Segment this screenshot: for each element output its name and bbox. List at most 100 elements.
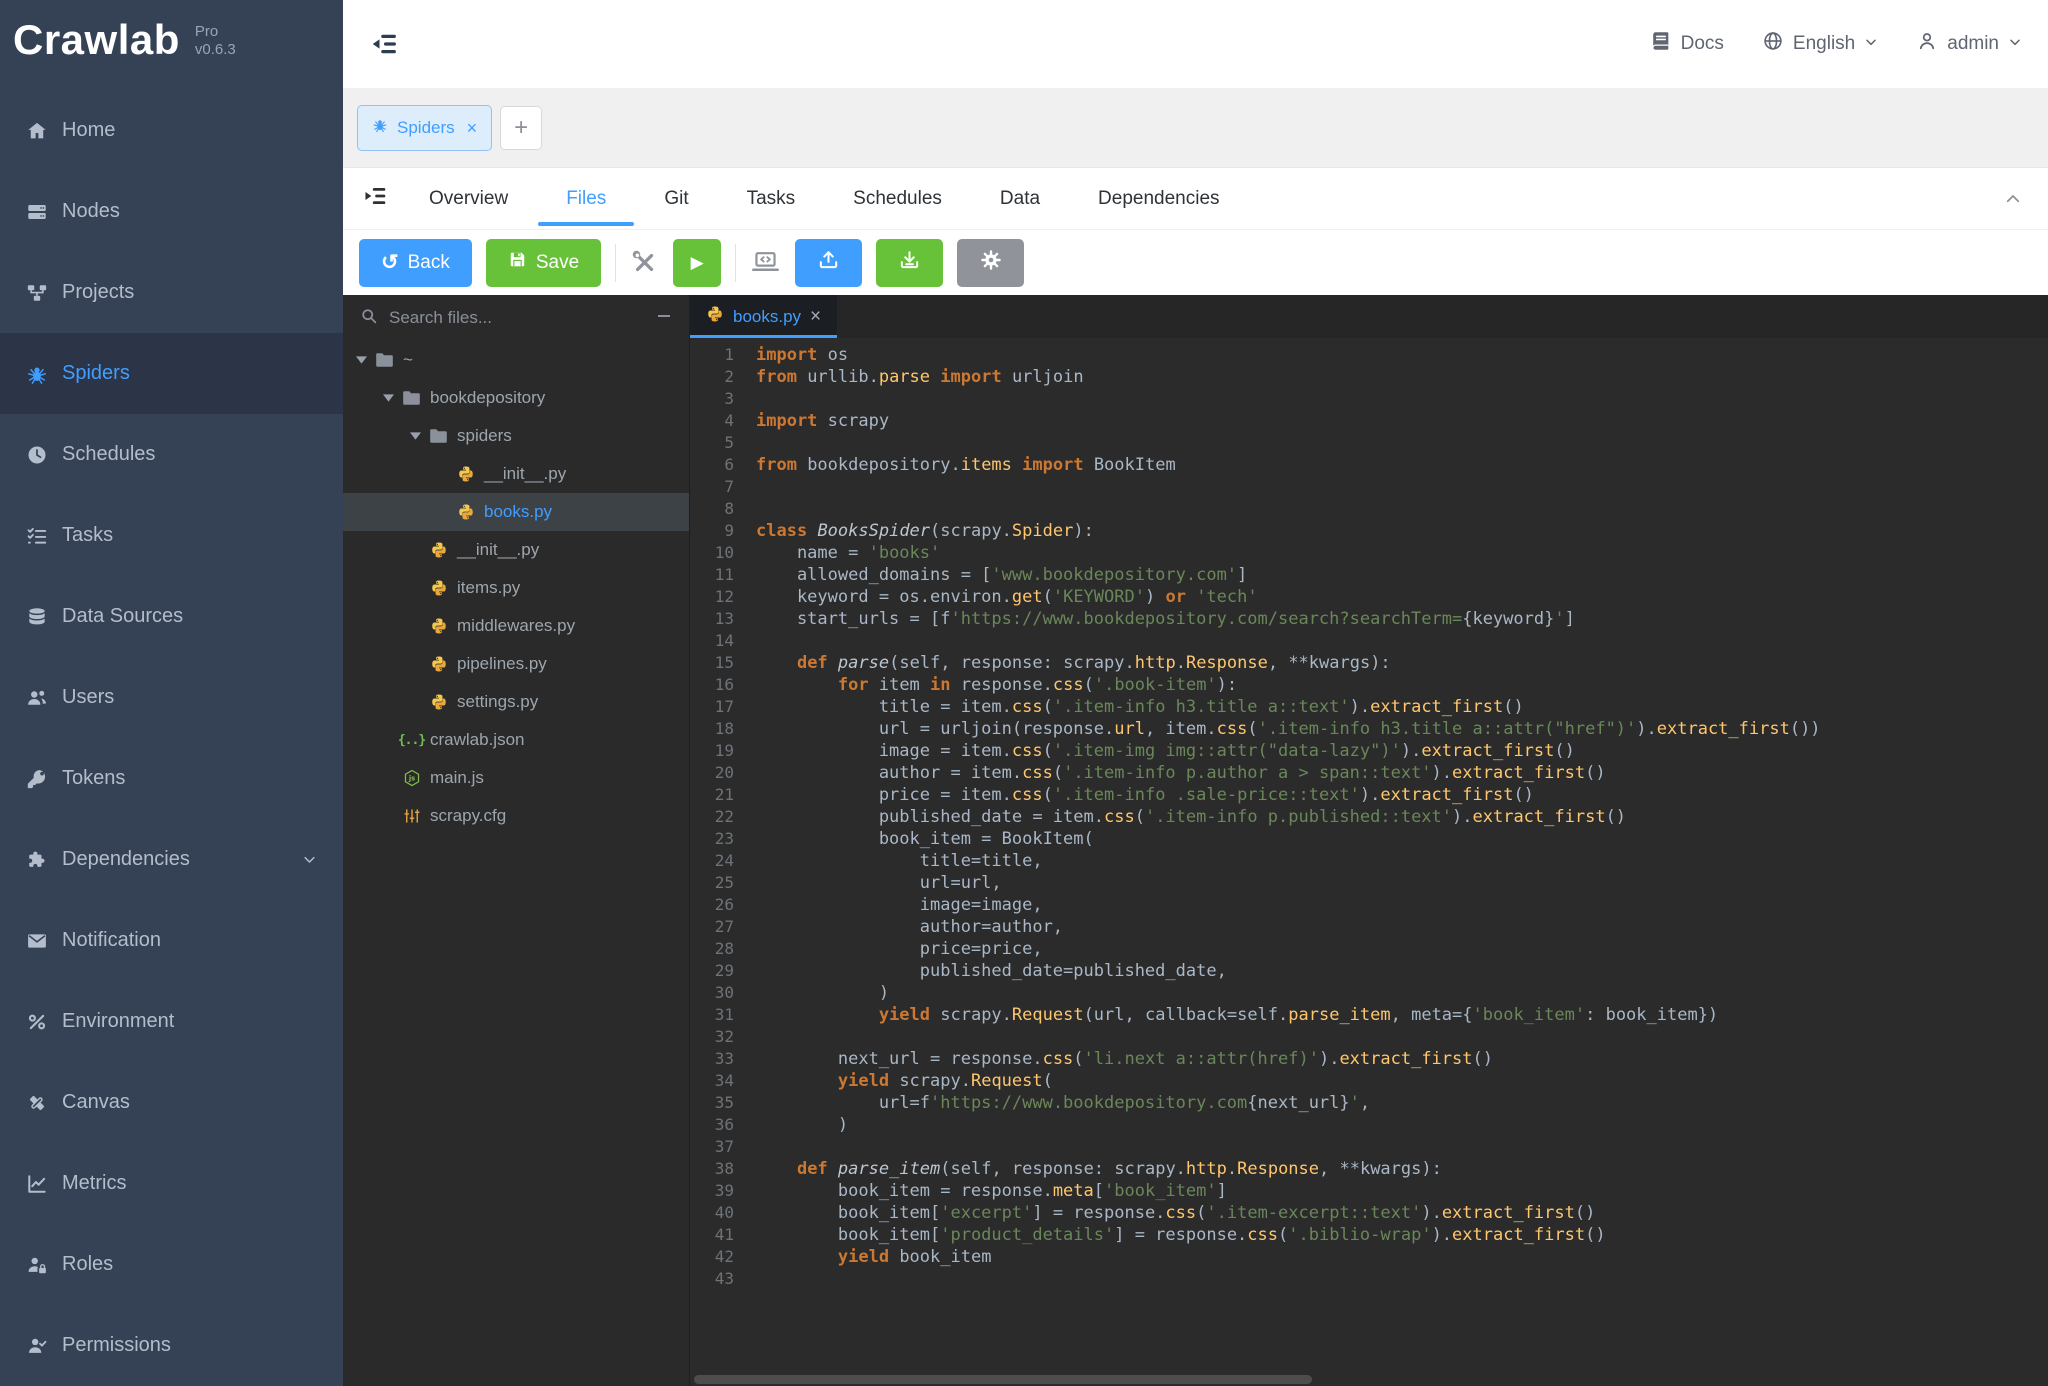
tree-item-books-py[interactable]: books.py <box>343 493 689 531</box>
language-selector[interactable]: English <box>1762 30 1878 58</box>
tree-item-init-py[interactable]: __init__.py <box>343 531 689 569</box>
sidebar-item-data-sources[interactable]: Data Sources <box>0 576 343 657</box>
code-line[interactable]: 27 author=author, <box>690 916 2048 938</box>
docs-link[interactable]: Docs <box>1650 30 1724 58</box>
caret-down-icon[interactable] <box>356 356 367 364</box>
code-line[interactable]: 30 ) <box>690 982 2048 1004</box>
caret-down-icon[interactable] <box>410 432 421 440</box>
code-line[interactable]: 37 <box>690 1136 2048 1158</box>
code-line[interactable]: 39 book_item = response.meta['book_item'… <box>690 1180 2048 1202</box>
chevron-up-icon[interactable] <box>2004 168 2022 229</box>
close-icon[interactable]: × <box>467 119 478 137</box>
sidebar-item-dependencies[interactable]: Dependencies <box>0 819 343 900</box>
tree-item-scrapy-cfg[interactable]: scrapy.cfg <box>343 797 689 835</box>
save-button[interactable]: Save <box>486 239 601 287</box>
tab-overview[interactable]: Overview <box>429 168 508 229</box>
code-line[interactable]: 15 def parse(self, response: scrapy.http… <box>690 652 2048 674</box>
sidebar-item-notification[interactable]: Notification <box>0 900 343 981</box>
tree-item-pipelines-py[interactable]: pipelines.py <box>343 645 689 683</box>
code-line[interactable]: 17 title = item.css('.item-info h3.title… <box>690 696 2048 718</box>
sidebar-item-tasks[interactable]: Tasks <box>0 495 343 576</box>
code-line[interactable]: 7 <box>690 476 2048 498</box>
code-line[interactable]: 41 book_item['product_details'] = respon… <box>690 1224 2048 1246</box>
app-logo[interactable]: Crawlab Pro v0.6.3 <box>0 0 343 90</box>
code-line[interactable]: 29 published_date=published_date, <box>690 960 2048 982</box>
code-line[interactable]: 33 next_url = response.css('li.next a::a… <box>690 1048 2048 1070</box>
user-menu[interactable]: admin <box>1916 30 2022 58</box>
run-button[interactable]: ▶ <box>673 239 721 287</box>
sidebar-item-users[interactable]: Users <box>0 657 343 738</box>
minus-icon[interactable] <box>656 308 672 329</box>
back-button[interactable]: ↺ Back <box>359 239 472 287</box>
code-line[interactable]: 35 url=f'https://www.bookdepository.com{… <box>690 1092 2048 1114</box>
sidebar-fold-icon[interactable] <box>369 29 399 59</box>
code-line[interactable]: 43 <box>690 1268 2048 1290</box>
sidebar-item-nodes[interactable]: Nodes <box>0 171 343 252</box>
console-laptop-icon[interactable] <box>750 247 781 278</box>
tab-files[interactable]: Files <box>566 168 606 229</box>
code-line[interactable]: 4import scrapy <box>690 410 2048 432</box>
search-input[interactable] <box>389 308 645 328</box>
file-detail-toggle[interactable] <box>343 168 407 229</box>
tree-item-crawlab-json[interactable]: {..}crawlab.json <box>343 721 689 759</box>
code-line[interactable]: 2from urllib.parse import urljoin <box>690 366 2048 388</box>
download-button[interactable] <box>876 239 943 287</box>
tab-tasks[interactable]: Tasks <box>747 168 796 229</box>
sidebar-item-canvas[interactable]: Canvas <box>0 1062 343 1143</box>
code-line[interactable]: 32 <box>690 1026 2048 1048</box>
sidebar-item-home[interactable]: Home <box>0 90 343 171</box>
sidebar-item-roles[interactable]: Roles <box>0 1224 343 1305</box>
settings-button[interactable] <box>957 239 1024 287</box>
editor-tab-books-py[interactable]: books.py × <box>690 295 837 338</box>
tree-item-main-js[interactable]: jsmain.js <box>343 759 689 797</box>
tab-data[interactable]: Data <box>1000 168 1040 229</box>
code-line[interactable]: 28 price=price, <box>690 938 2048 960</box>
horizontal-scrollbar[interactable] <box>694 1375 1312 1384</box>
code-line[interactable]: 42 yield book_item <box>690 1246 2048 1268</box>
code-line[interactable]: 5 <box>690 432 2048 454</box>
code-line[interactable]: 40 book_item['excerpt'] = response.css('… <box>690 1202 2048 1224</box>
code-line[interactable]: 1import os <box>690 344 2048 366</box>
tab-schedules[interactable]: Schedules <box>853 168 942 229</box>
code-line[interactable]: 34 yield scrapy.Request( <box>690 1070 2048 1092</box>
code-line[interactable]: 16 for item in response.css('.book-item'… <box>690 674 2048 696</box>
code-line[interactable]: 13 start_urls = [f'https://www.bookdepos… <box>690 608 2048 630</box>
tree-item-[interactable]: ~ <box>343 341 689 379</box>
sidebar-item-spiders[interactable]: Spiders <box>0 333 343 414</box>
close-icon[interactable]: × <box>810 307 821 326</box>
tree-item-init-py[interactable]: __init__.py <box>343 455 689 493</box>
code-line[interactable]: 31 yield scrapy.Request(url, callback=se… <box>690 1004 2048 1026</box>
tree-item-bookdepository[interactable]: bookdepository <box>343 379 689 417</box>
tools-icon[interactable] <box>630 248 659 277</box>
code-line[interactable]: 11 allowed_domains = ['www.bookdepositor… <box>690 564 2048 586</box>
tree-item-items-py[interactable]: items.py <box>343 569 689 607</box>
sidebar-item-schedules[interactable]: Schedules <box>0 414 343 495</box>
code-line[interactable]: 38 def parse_item(self, response: scrapy… <box>690 1158 2048 1180</box>
route-tab-spiders[interactable]: Spiders × <box>357 105 492 151</box>
sidebar-item-environment[interactable]: Environment <box>0 981 343 1062</box>
tree-item-middlewares-py[interactable]: middlewares.py <box>343 607 689 645</box>
code-line[interactable]: 23 book_item = BookItem( <box>690 828 2048 850</box>
code-line[interactable]: 26 image=image, <box>690 894 2048 916</box>
code-line[interactable]: 24 title=title, <box>690 850 2048 872</box>
code-line[interactable]: 6from bookdepository.items import BookIt… <box>690 454 2048 476</box>
code-line[interactable]: 25 url=url, <box>690 872 2048 894</box>
code-line[interactable]: 19 image = item.css('.item-img img::attr… <box>690 740 2048 762</box>
code-line[interactable]: 12 keyword = os.environ.get('KEYWORD') o… <box>690 586 2048 608</box>
code-line[interactable]: 14 <box>690 630 2048 652</box>
code-line[interactable]: 9class BooksSpider(scrapy.Spider): <box>690 520 2048 542</box>
code-line[interactable]: 18 url = urljoin(response.url, item.css(… <box>690 718 2048 740</box>
code-line[interactable]: 3 <box>690 388 2048 410</box>
caret-down-icon[interactable] <box>383 394 394 402</box>
add-tab-button[interactable]: + <box>500 106 542 150</box>
tree-item-spiders[interactable]: spiders <box>343 417 689 455</box>
sidebar-item-tokens[interactable]: Tokens <box>0 738 343 819</box>
code-line[interactable]: 10 name = 'books' <box>690 542 2048 564</box>
code-line[interactable]: 22 published_date = item.css('.item-info… <box>690 806 2048 828</box>
code-line[interactable]: 36 ) <box>690 1114 2048 1136</box>
code-area[interactable]: 1import os2from urllib.parse import urlj… <box>690 338 2048 1386</box>
sidebar-item-metrics[interactable]: Metrics <box>0 1143 343 1224</box>
code-line[interactable]: 8 <box>690 498 2048 520</box>
tab-git[interactable]: Git <box>664 168 688 229</box>
tree-item-settings-py[interactable]: settings.py <box>343 683 689 721</box>
